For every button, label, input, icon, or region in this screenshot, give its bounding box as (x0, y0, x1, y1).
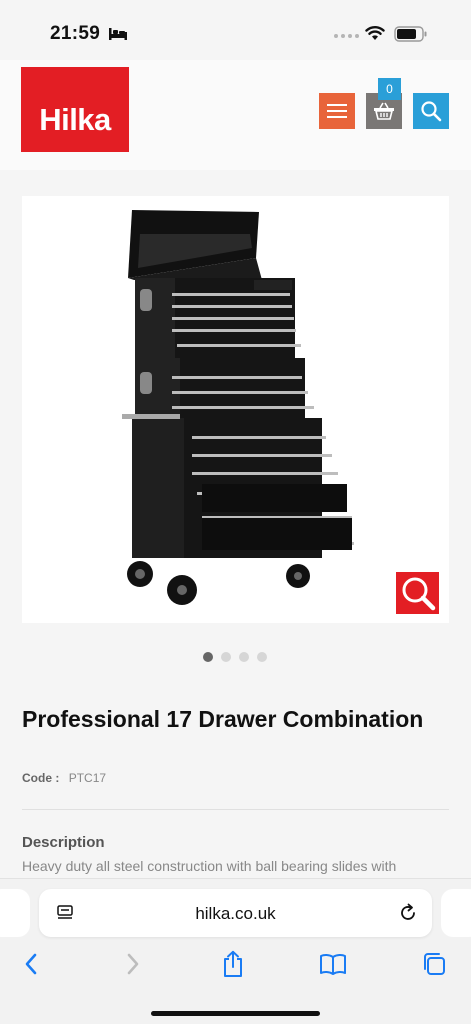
divider (22, 809, 449, 810)
browser-toolbar (0, 943, 471, 987)
carousel-dot[interactable] (239, 652, 249, 662)
signal-icon (334, 34, 359, 38)
forward-button[interactable] (118, 949, 148, 979)
carousel-dot[interactable] (221, 652, 231, 662)
hilka-logo[interactable]: Hilka (21, 67, 129, 152)
zoom-icon (402, 577, 435, 611)
carousel-dot[interactable] (257, 652, 267, 662)
menu-icon (327, 104, 347, 118)
product-image[interactable] (22, 196, 449, 623)
status-time: 21:59 (50, 23, 101, 44)
back-icon (25, 953, 37, 975)
zoom-button[interactable] (396, 572, 439, 614)
product-code-label: Code : (22, 771, 60, 785)
back-button[interactable] (16, 949, 46, 979)
reload-icon[interactable] (398, 903, 418, 923)
description-text: Heavy duty all steel construction with b… (22, 858, 397, 874)
product-code-value: PTC17 (68, 771, 107, 785)
carousel-dots (203, 652, 267, 662)
site-header: Hilka 0 (0, 60, 471, 170)
address-bar[interactable]: hilka.co.uk (39, 889, 432, 937)
logo-text: Hilka (39, 102, 111, 137)
search-icon (421, 101, 442, 122)
home-indicator (151, 1011, 320, 1016)
wifi-icon (365, 26, 385, 40)
status-bar: 21:59 (0, 0, 471, 60)
product-code: Code : PTC17 (22, 771, 106, 785)
tabs-icon (424, 953, 445, 975)
description-heading: Description (22, 834, 105, 851)
bed-icon (109, 28, 127, 40)
bookmarks-icon (320, 953, 346, 975)
previous-tab-preview[interactable] (0, 889, 30, 937)
tool-chest-image (122, 210, 354, 605)
browser-chrome: hilka.co.uk (0, 878, 471, 1024)
product-title: Professional 17 Drawer Combination (22, 706, 424, 732)
tabs-button[interactable] (419, 949, 449, 979)
menu-button[interactable] (319, 93, 355, 129)
carousel-dot[interactable] (203, 652, 213, 662)
share-icon (224, 950, 242, 977)
next-tab-preview[interactable] (441, 889, 471, 937)
bookmarks-button[interactable] (318, 949, 348, 979)
basket-icon (374, 102, 394, 120)
battery-icon (394, 26, 427, 42)
forward-icon (127, 953, 139, 975)
url-text: hilka.co.uk (195, 904, 276, 923)
search-button[interactable] (413, 93, 449, 129)
share-button[interactable] (218, 949, 248, 979)
basket-count-badge: 0 (378, 78, 401, 100)
